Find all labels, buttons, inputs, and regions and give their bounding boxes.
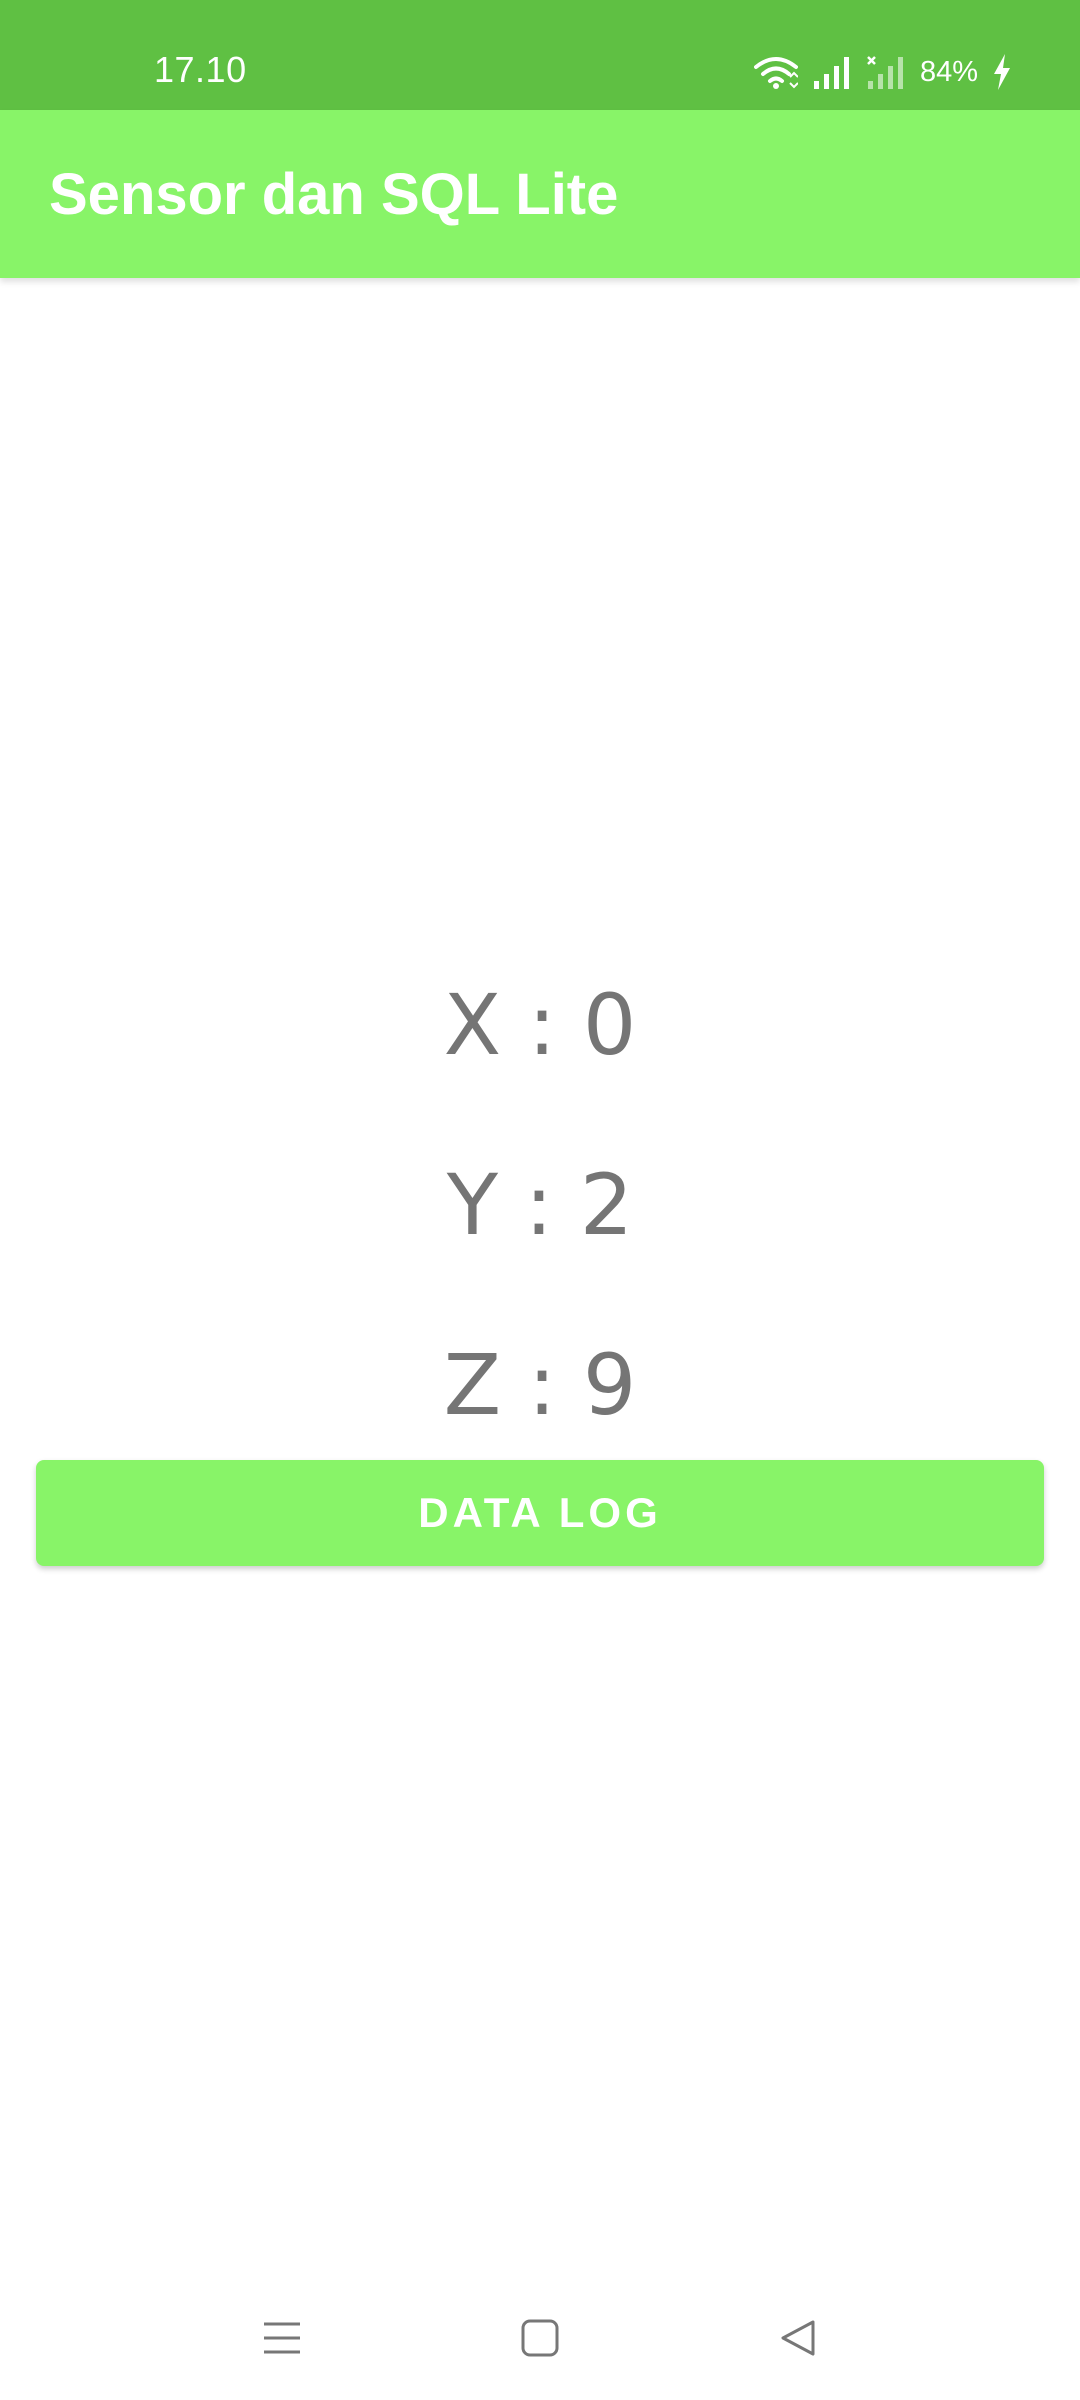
status-bar: 17.10 84%	[0, 0, 1080, 110]
sensor-y-value: Y : 2	[446, 1156, 634, 1254]
signal-icon	[812, 55, 852, 89]
back-icon[interactable]	[768, 2308, 828, 2368]
no-signal-icon	[866, 55, 906, 89]
screen: 17.10 84% Sensor dan SQL Lite X: 0 Y: …	[0, 0, 1080, 2400]
home-icon[interactable]	[510, 2308, 570, 2368]
menu-icon[interactable]	[252, 2308, 312, 2368]
sensor-x-value: X : 0	[443, 976, 637, 1074]
charging-icon	[992, 54, 1012, 90]
status-time: 17.10	[154, 49, 247, 90]
wifi-icon	[753, 55, 798, 89]
battery-percentage: 84%	[919, 56, 978, 88]
app-title: Sensor dan SQL Lite	[49, 162, 619, 227]
status-icons: 84%	[753, 50, 1012, 94]
sensor-z-value: Z : 9	[443, 1336, 637, 1434]
app-bar: Sensor dan SQL Lite	[0, 110, 1080, 278]
navigation-bar	[0, 2270, 1080, 2400]
data-log-button[interactable]: DATA LOG	[36, 1460, 1044, 1566]
